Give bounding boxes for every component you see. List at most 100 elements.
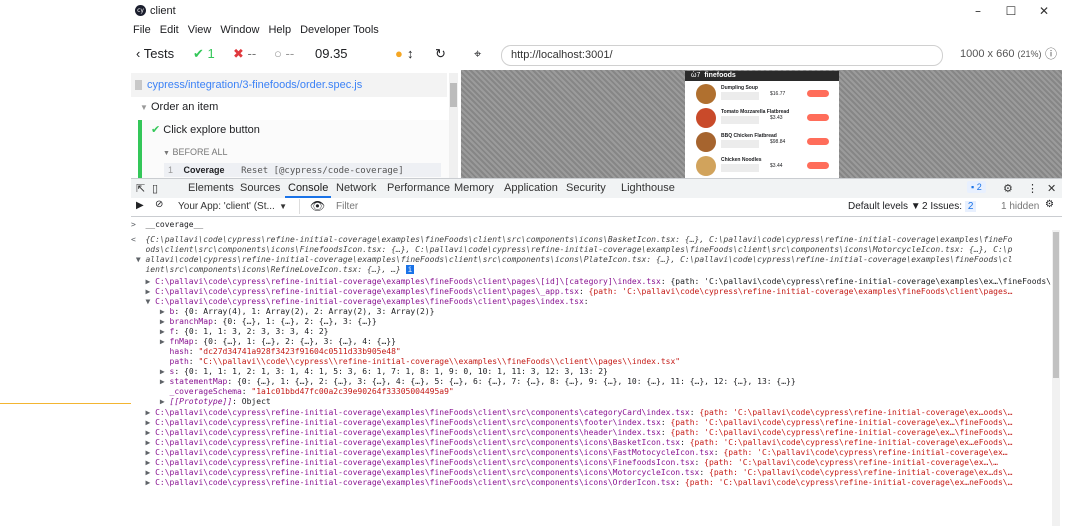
add-to-order-button[interactable] bbox=[807, 162, 829, 169]
property-value: Object bbox=[241, 397, 271, 406]
menu-view[interactable]: View bbox=[188, 24, 212, 36]
tab-security[interactable]: Security bbox=[566, 182, 606, 194]
coverage-entry[interactable]: ▶ C:\pallavi\code\cypress\refine-initial… bbox=[131, 418, 1051, 428]
add-to-order-button[interactable] bbox=[807, 138, 829, 145]
menu-edit[interactable]: Edit bbox=[160, 24, 179, 36]
menu-file[interactable]: File bbox=[133, 24, 151, 36]
property-key: path bbox=[169, 357, 189, 366]
product-card[interactable]: Chicken Noodles $3.44 bbox=[691, 155, 833, 177]
tab-performance[interactable]: Performance bbox=[387, 182, 450, 194]
coverage-entry[interactable]: ▶ C:\pallavi\code\cypress\refine-initial… bbox=[131, 408, 1051, 418]
entry-value: {path: 'C:\pallavi\code\cypress\refine-i… bbox=[709, 468, 1013, 477]
tab-application[interactable]: Application bbox=[504, 182, 558, 194]
add-to-order-button[interactable] bbox=[807, 114, 829, 121]
suite-title[interactable]: ▼ Order an item bbox=[140, 101, 218, 113]
restart-icon[interactable]: ↻ bbox=[435, 46, 446, 62]
property-key: fnMap bbox=[169, 337, 194, 346]
coverage-entry[interactable]: ▶ C:\pallavi\code\cypress\refine-initial… bbox=[131, 277, 1051, 287]
coverage-entry[interactable]: ▶ C:\pallavi\code\cypress\refine-initial… bbox=[131, 287, 1051, 297]
clear-console-icon[interactable]: ⊘ bbox=[155, 199, 163, 210]
context-selector[interactable]: Your App: 'client' (St... ▼ bbox=[174, 199, 300, 214]
coverage-entry[interactable]: ▶ C:\pallavi\code\cypress\refine-initial… bbox=[131, 458, 1051, 468]
command-row[interactable]: 1 Coverage Reset [@cypress/code-coverage… bbox=[164, 163, 441, 177]
viewport-size: 1000 x 660 (21%) bbox=[960, 46, 1042, 62]
info-badge-icon[interactable]: i bbox=[405, 265, 415, 274]
caret-down-icon: ▼ bbox=[140, 103, 148, 112]
product-price: $3.44 bbox=[770, 163, 783, 169]
console-settings-icon[interactable]: ⚙ bbox=[1045, 199, 1054, 210]
tests-button[interactable]: ‹ Tests bbox=[136, 46, 174, 62]
tab-memory[interactable]: Memory bbox=[454, 182, 494, 194]
coverage-entry[interactable]: ▶ C:\pallavi\code\cypress\refine-initial… bbox=[131, 468, 1051, 478]
viewport-scale: (21%) bbox=[1017, 49, 1042, 59]
maximize-button[interactable]: ☐ bbox=[996, 3, 1026, 19]
object-preview-line: ient\src\components\icons\RefineLoveIcon… bbox=[131, 265, 1051, 275]
cypress-logo-icon: cy bbox=[135, 5, 146, 16]
console-scrollbar-thumb[interactable] bbox=[1053, 232, 1059, 378]
property-value: {0: {…}, 1: {…}, 2: {…}, 3: {…}, 4: {…},… bbox=[236, 377, 796, 386]
filter-input[interactable]: Filter bbox=[336, 201, 358, 212]
spec-file-link[interactable]: cypress/integration/3-finefoods/order.sp… bbox=[147, 79, 362, 91]
product-card[interactable]: Tomato Mozzarella Flatbread $3.43 bbox=[691, 107, 833, 129]
brand-name: finefoods bbox=[704, 72, 736, 79]
close-devtools-icon[interactable]: ✕ bbox=[1047, 182, 1056, 195]
issues-badge[interactable]: ▪ 2 bbox=[967, 181, 986, 193]
tab-sources[interactable]: Sources bbox=[240, 182, 280, 194]
coverage-entry[interactable]: ▶ C:\pallavi\code\cypress\refine-initial… bbox=[131, 448, 1051, 458]
menu-developer-tools[interactable]: Developer Tools bbox=[300, 24, 379, 36]
minimize-button[interactable]: – bbox=[963, 3, 993, 19]
running-dot-icon: ● bbox=[395, 46, 403, 61]
property-key: f bbox=[169, 327, 175, 336]
hook-title[interactable]: ▼ BEFORE ALL bbox=[163, 147, 227, 157]
tab-lighthouse[interactable]: Lighthouse bbox=[621, 182, 675, 194]
spec-header: cypress/integration/3-finefoods/order.sp… bbox=[131, 73, 447, 97]
object-preview-line[interactable]: < {C:\pallavi\code\cypress\refine-initia… bbox=[131, 235, 1051, 245]
coverage-entry[interactable]: ▶ C:\pallavi\code\cypress\refine-initial… bbox=[131, 438, 1051, 448]
add-to-order-button[interactable] bbox=[807, 90, 829, 97]
sidebar-toggle-icon[interactable]: ▶ bbox=[136, 200, 144, 211]
default-levels-dropdown[interactable]: Default levels ▼ bbox=[848, 201, 921, 212]
property-row[interactable]: ▶ s: {0: 1, 1: 1, 2: 1, 3: 1, 4: 1, 5: 3… bbox=[131, 367, 1051, 377]
caret-down-icon: ▼ bbox=[163, 150, 170, 157]
property-key: b bbox=[169, 307, 175, 316]
scrollbar-thumb[interactable] bbox=[450, 83, 457, 107]
console-scrollbar[interactable] bbox=[1052, 230, 1060, 526]
issues-link[interactable]: 2 Issues: 2 bbox=[922, 201, 977, 212]
message-icon: ▪ bbox=[971, 182, 975, 192]
entry-value: {path: 'C:\pallavi\code\cypress\refine-i… bbox=[670, 428, 1013, 437]
property-row[interactable]: ▶ f: {0: 1, 1: 3, 2: 3, 3: 3, 4: 2} bbox=[131, 327, 1051, 337]
menu-window[interactable]: Window bbox=[220, 24, 259, 36]
property-row[interactable]: ▶ statementMap: {0: {…}, 1: {…}, 2: {…},… bbox=[131, 377, 1051, 387]
product-card[interactable]: BBQ Chicken Flatbread $98.84 bbox=[691, 131, 833, 153]
console-input-line: > __coverage__ bbox=[131, 220, 1051, 230]
property-row[interactable]: ▶ b: {0: Array(4), 1: Array(2), 2: Array… bbox=[131, 307, 1051, 317]
url-bar[interactable]: http://localhost:3001/ bbox=[501, 45, 943, 66]
scroll-toggle-icon[interactable]: ↕ bbox=[407, 46, 414, 62]
more-options-icon[interactable]: ⋮ bbox=[1027, 182, 1038, 195]
passed-stat: ✔ 1 bbox=[193, 46, 215, 62]
property-row[interactable]: ▶ [[Prototype]]: Object bbox=[131, 397, 1051, 407]
property-key: [[Prototype]] bbox=[169, 397, 233, 406]
property-row[interactable]: ▶ branchMap: {0: {…}, 1: {…}, 2: {…}, 3:… bbox=[131, 317, 1051, 327]
command-message: Reset [@cypress/code-coverage] bbox=[241, 166, 404, 176]
eye-icon[interactable]: 👁 bbox=[310, 199, 325, 213]
tab-network[interactable]: Network bbox=[336, 182, 376, 194]
entry-value: {path: 'C:\pallavi\code\cypress\refine-i… bbox=[684, 478, 1013, 487]
coverage-entry[interactable]: ▶ C:\pallavi\code\cypress\refine-initial… bbox=[131, 428, 1051, 438]
device-toolbar-icon[interactable]: ▯ bbox=[152, 182, 158, 195]
tab-console[interactable]: Console bbox=[284, 182, 332, 198]
close-button[interactable]: ✕ bbox=[1029, 3, 1059, 19]
settings-gear-icon[interactable]: ⚙ bbox=[1003, 182, 1013, 195]
tab-elements[interactable]: Elements bbox=[188, 182, 234, 194]
inspect-element-icon[interactable]: ⇱ bbox=[136, 182, 145, 195]
test-item[interactable]: ✔ Click explore button ▼ BEFORE ALL 1 Co… bbox=[138, 120, 451, 180]
info-icon[interactable]: ⓘ bbox=[1045, 46, 1057, 62]
coverage-entry[interactable]: ▶ C:\pallavi\code\cypress\refine-initial… bbox=[131, 478, 1051, 488]
product-card[interactable]: Dumpling Soup $16.77 bbox=[691, 83, 833, 105]
reporter-scrollbar[interactable] bbox=[449, 73, 458, 178]
failed-count: -- bbox=[247, 46, 257, 61]
property-row[interactable]: ▶ fnMap: {0: {…}, 1: {…}, 2: {…}, 3: {…}… bbox=[131, 337, 1051, 347]
selector-playground-icon[interactable]: ⌖ bbox=[474, 46, 481, 62]
menu-help[interactable]: Help bbox=[268, 24, 291, 36]
coverage-entry-expanded[interactable]: ▼ C:\pallavi\code\cypress\refine-initial… bbox=[131, 297, 1051, 307]
